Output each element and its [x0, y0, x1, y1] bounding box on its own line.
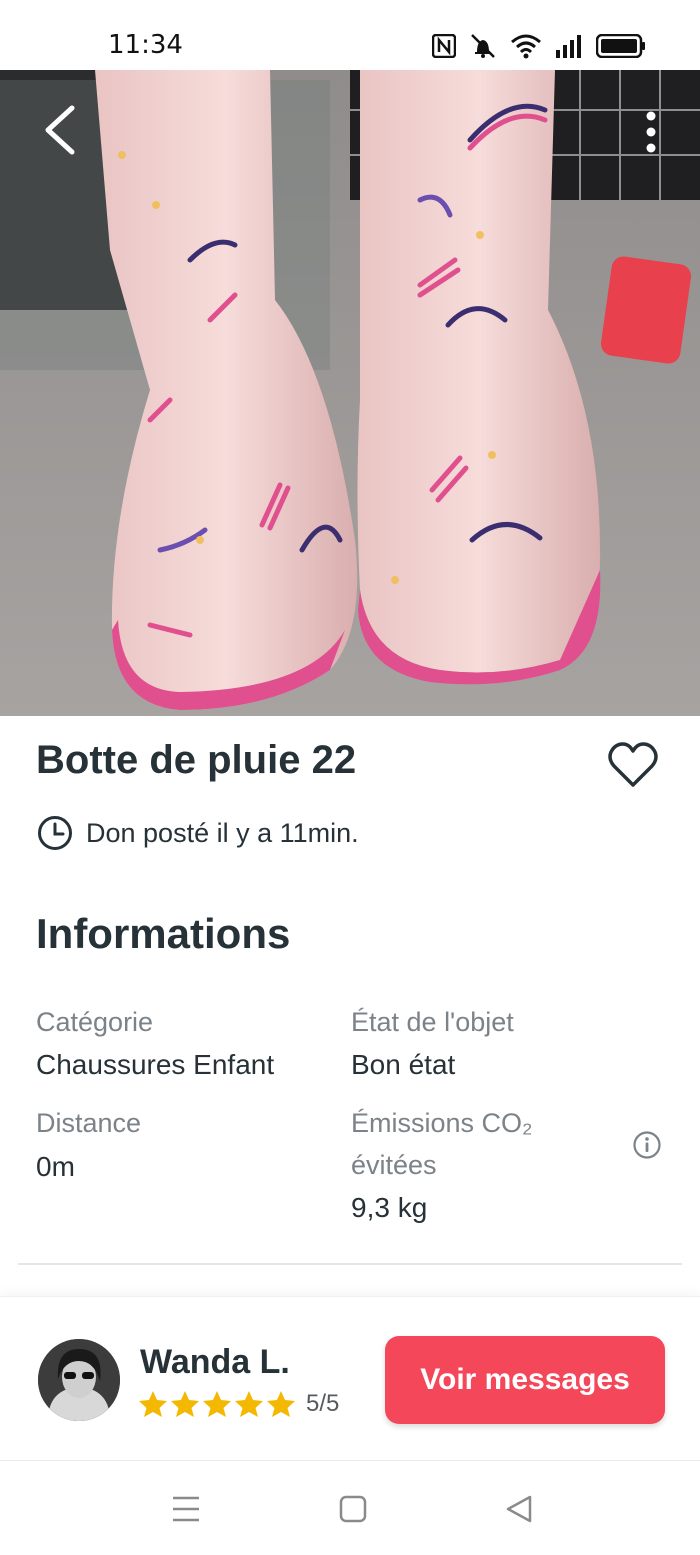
divider — [18, 1263, 682, 1265]
star-icon — [171, 1391, 199, 1417]
menu-icon[interactable] — [166, 1489, 206, 1529]
posted-text: Don posté il y a 11min. — [86, 817, 359, 848]
battery-icon — [596, 34, 645, 58]
square-icon[interactable] — [333, 1489, 373, 1529]
listing-title: Botte de pluie 22 — [36, 738, 357, 782]
seller-rating: 5/5 — [138, 1390, 339, 1418]
star-icon — [139, 1391, 167, 1417]
wifi-icon — [511, 34, 541, 59]
clock-icon — [38, 816, 72, 850]
signal-icon — [556, 35, 581, 58]
condition-value: Bon état — [351, 1049, 456, 1080]
voir-messages-button[interactable]: Voir messages — [385, 1336, 665, 1424]
distance-value: 0m — [36, 1151, 75, 1182]
more-vertical-icon[interactable] — [634, 104, 668, 160]
status-icons — [432, 33, 646, 59]
star-icon — [235, 1391, 263, 1417]
rating-value: 5/5 — [306, 1390, 340, 1417]
status-time: 11:34 — [108, 30, 183, 60]
mute-icon — [471, 34, 495, 58]
category-label: Catégorie — [36, 1007, 154, 1037]
triangle-back-icon[interactable] — [500, 1489, 540, 1529]
heart-icon[interactable] — [606, 740, 660, 790]
back-arrow-icon[interactable] — [38, 100, 84, 160]
posted-time: Don posté il y a 11min. — [36, 814, 359, 852]
status-bar: 11:34 — [0, 0, 700, 70]
avatar[interactable] — [38, 1339, 120, 1421]
emissions-label-line2: évitées — [351, 1150, 437, 1180]
seller-avatar-image — [38, 1339, 120, 1421]
nfc-icon — [432, 34, 456, 58]
product-photo[interactable] — [0, 70, 700, 716]
informations-heading: Informations — [36, 910, 291, 957]
info-icon[interactable] — [632, 1130, 662, 1160]
system-nav-bar — [0, 1460, 700, 1555]
category-value: Chaussures Enfant — [36, 1049, 275, 1080]
emissions-label-line1: Émissions CO₂ — [351, 1108, 533, 1138]
condition-label: État de l'objet — [351, 1007, 514, 1037]
rain-boots-photo — [0, 70, 700, 716]
emissions-value: 9,3 kg — [351, 1192, 428, 1223]
distance-label: Distance — [36, 1108, 142, 1138]
star-icon — [267, 1391, 295, 1417]
seller-name[interactable]: Wanda L. — [140, 1343, 290, 1382]
star-icon — [203, 1391, 231, 1417]
